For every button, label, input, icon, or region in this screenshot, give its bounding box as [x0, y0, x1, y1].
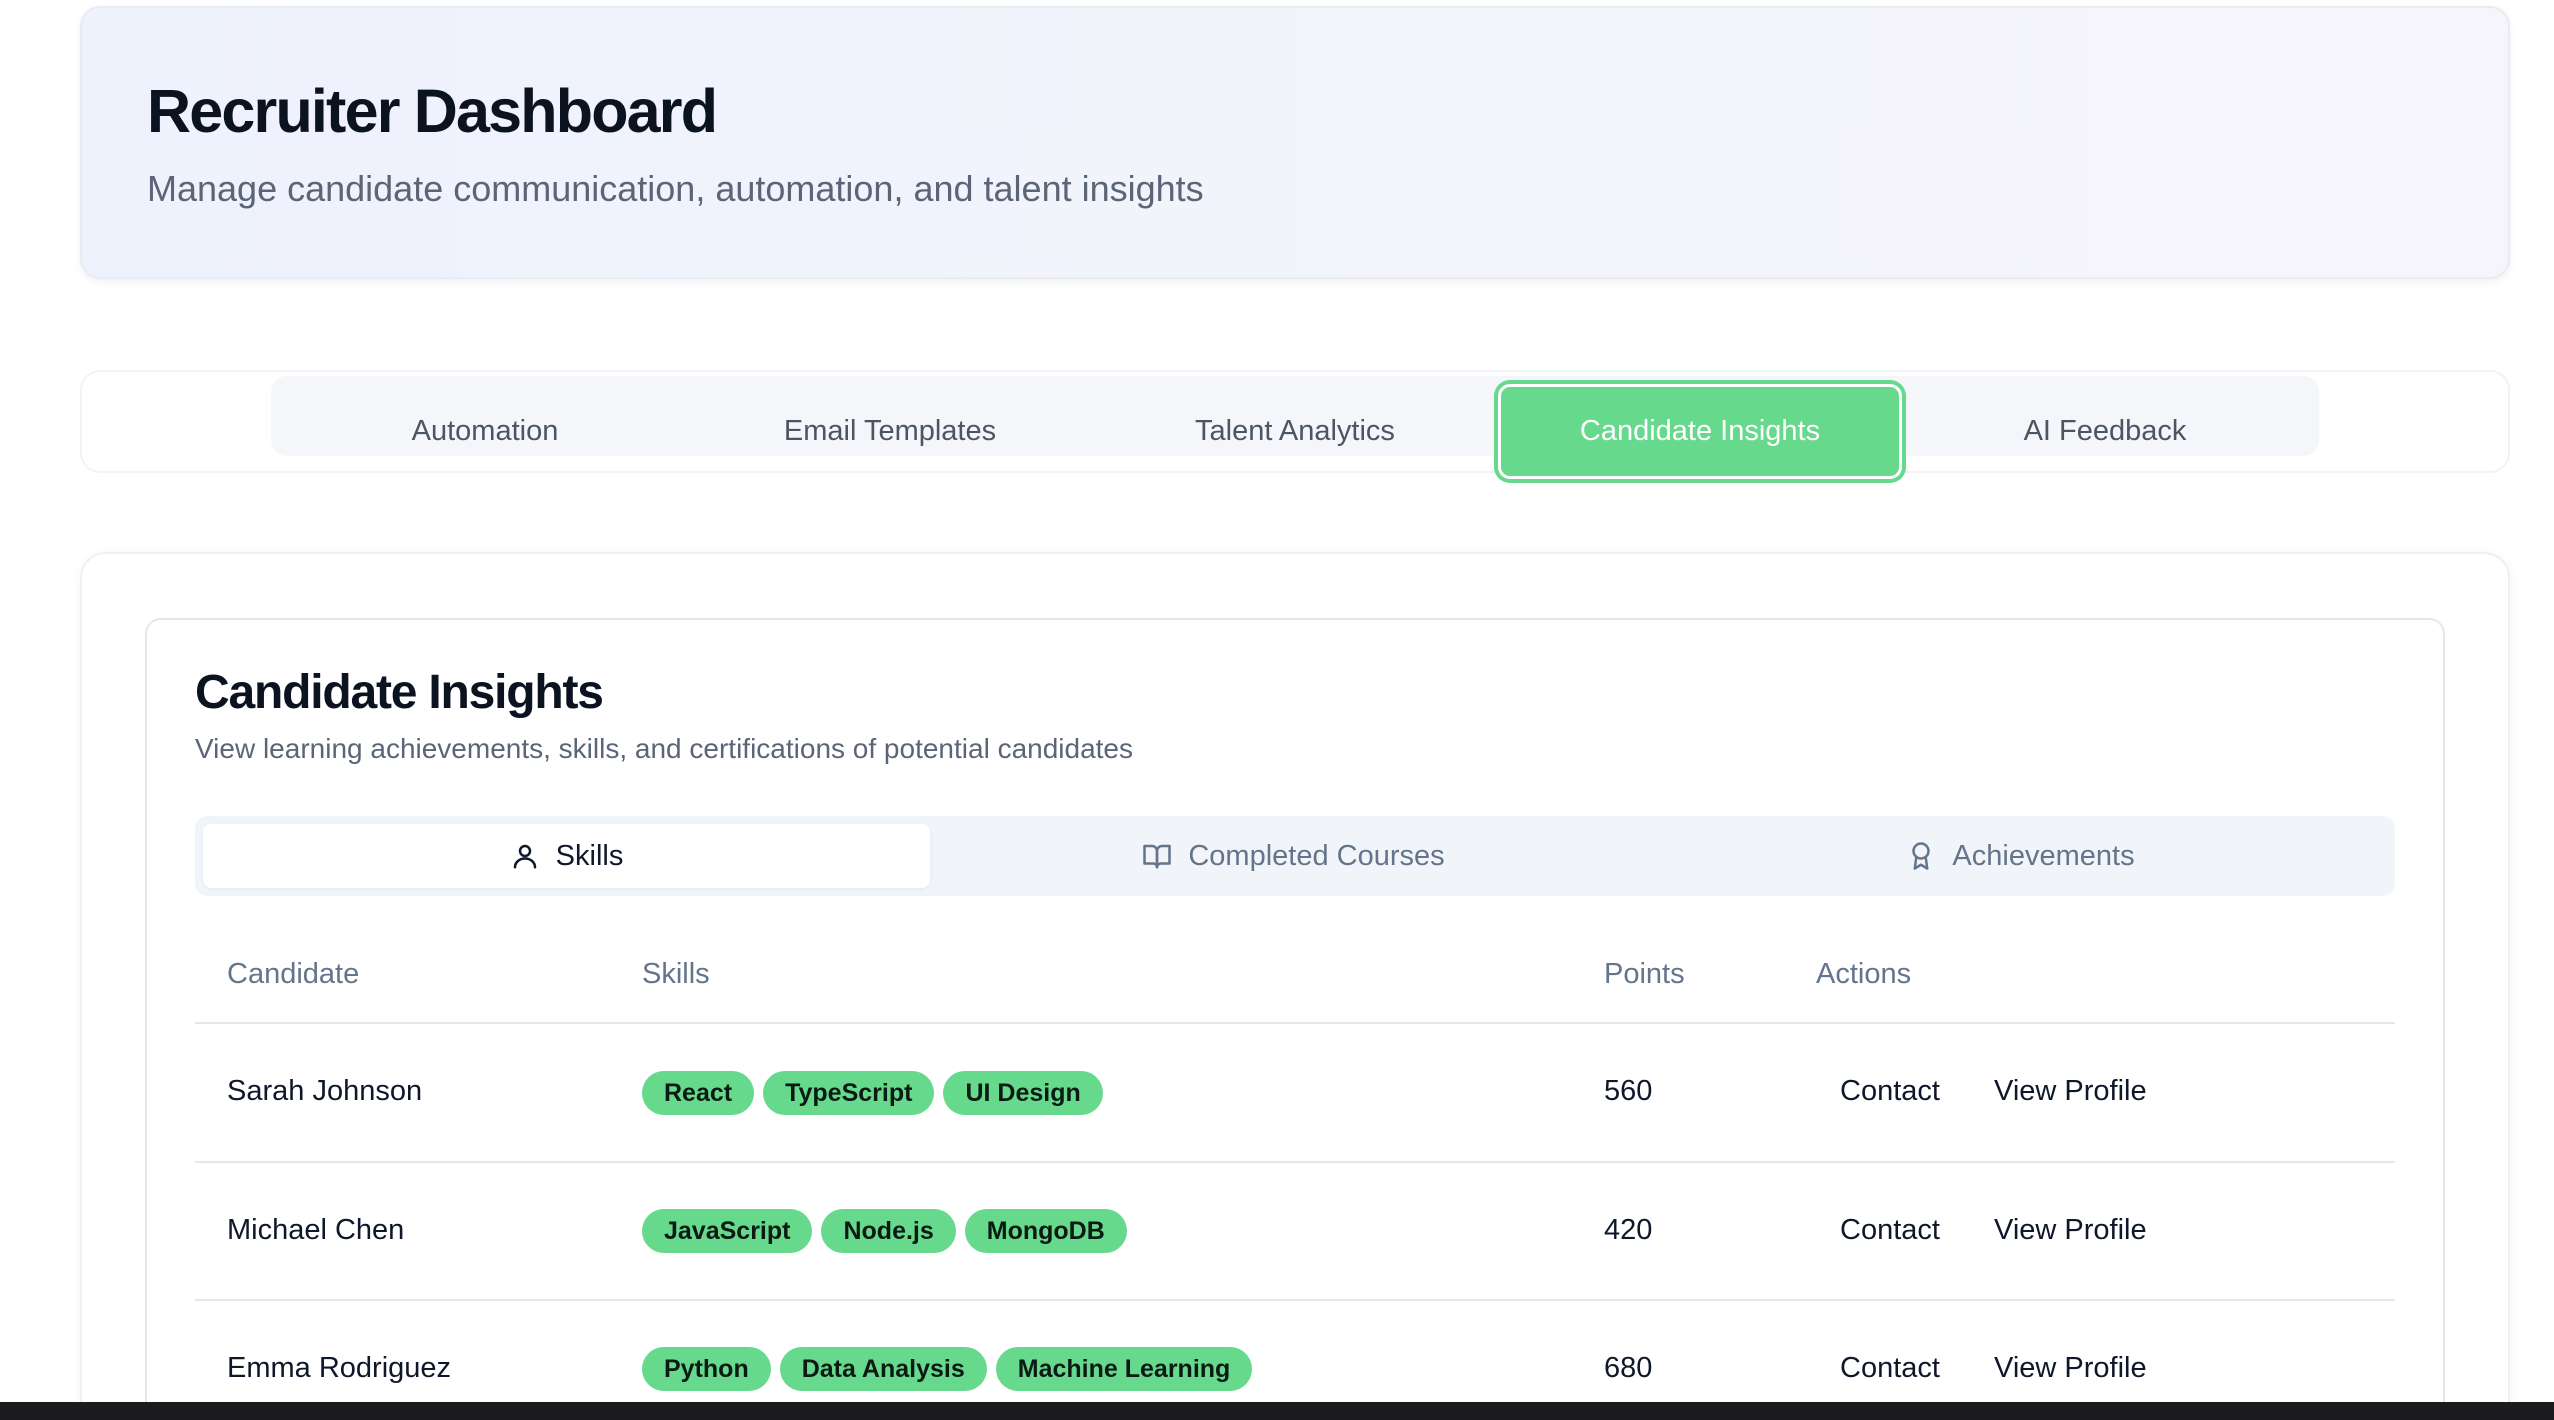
tab-talent-analytics[interactable]: Talent Analytics	[1093, 384, 1497, 479]
skill-chip: Python	[642, 1347, 771, 1391]
column-header-points: Points	[1604, 958, 1685, 990]
subtab-achievements[interactable]: Achievements	[1657, 824, 2384, 888]
candidate-name: Emma Rodriguez	[227, 1352, 452, 1384]
candidate-name: Michael Chen	[227, 1214, 405, 1246]
skill-chip: React	[642, 1071, 755, 1115]
skill-chip: UI Design	[943, 1071, 1103, 1115]
tab-automation[interactable]: Automation	[283, 384, 687, 479]
contact-button[interactable]: Contact	[1840, 1352, 1940, 1385]
skill-chip: JavaScript	[642, 1209, 813, 1253]
section-title: Candidate Insights	[195, 666, 604, 719]
contact-button[interactable]: Contact	[1840, 1214, 1940, 1247]
candidate-points: 560	[1604, 1075, 1653, 1107]
award-icon	[1912, 842, 1931, 870]
subtab-skills-label: Skills	[555, 839, 624, 872]
header-card: Recruiter Dashboard Manage candidate com…	[80, 6, 2510, 279]
bottom-bar	[0, 1402, 2554, 1420]
page-title: Recruiter Dashboard	[147, 77, 718, 145]
skill-chip: MongoDB	[964, 1209, 1127, 1253]
candidate-name: Sarah Johnson	[227, 1075, 423, 1107]
view-profile-button[interactable]: View Profile	[1994, 1352, 2147, 1385]
candidate-points: 420	[1604, 1214, 1653, 1246]
tab-email-templates[interactable]: Email Templates	[688, 384, 1092, 479]
subtab-completed-courses-label: Completed Courses	[1188, 839, 1445, 872]
column-header-skills: Skills	[642, 958, 710, 990]
contact-button[interactable]: Contact	[1840, 1075, 1940, 1108]
page-subtitle: Manage candidate communication, automati…	[147, 168, 1204, 209]
section-subtitle: View learning achievements, skills, and …	[195, 733, 1133, 764]
subtab-completed-courses[interactable]: Completed Courses	[930, 824, 1657, 888]
view-profile-button[interactable]: View Profile	[1994, 1075, 2147, 1108]
skill-chips: Python Data Analysis Machine Learning	[642, 1347, 1253, 1391]
view-profile-button[interactable]: View Profile	[1994, 1214, 2147, 1247]
recruiter-dashboard-page: Recruiter Dashboard Manage candidate com…	[0, 0, 2554, 1420]
user-icon	[513, 844, 536, 869]
tab-ai-feedback[interactable]: AI Feedback	[1903, 384, 2307, 479]
column-header-actions: Actions	[1816, 958, 1912, 990]
row-divider	[195, 1161, 2395, 1163]
subtab-achievements-label: Achievements	[1952, 839, 2135, 872]
book-open-icon	[1143, 844, 1172, 869]
skill-chip: Machine Learning	[995, 1347, 1253, 1391]
skill-chips: React TypeScript UI Design	[642, 1071, 1103, 1115]
skill-chip: TypeScript	[763, 1071, 935, 1115]
table-header-divider	[195, 1022, 2395, 1024]
row-divider	[195, 1299, 2395, 1301]
tab-candidate-insights[interactable]: Candidate Insights	[1498, 384, 1902, 479]
candidate-points: 680	[1604, 1352, 1653, 1384]
skill-chips: JavaScript Node.js MongoDB	[642, 1209, 1127, 1253]
skill-chip: Node.js	[821, 1209, 956, 1253]
column-header-candidate: Candidate	[227, 958, 360, 990]
skill-chip: Data Analysis	[779, 1347, 987, 1391]
subtab-skills[interactable]: Skills	[203, 824, 930, 888]
